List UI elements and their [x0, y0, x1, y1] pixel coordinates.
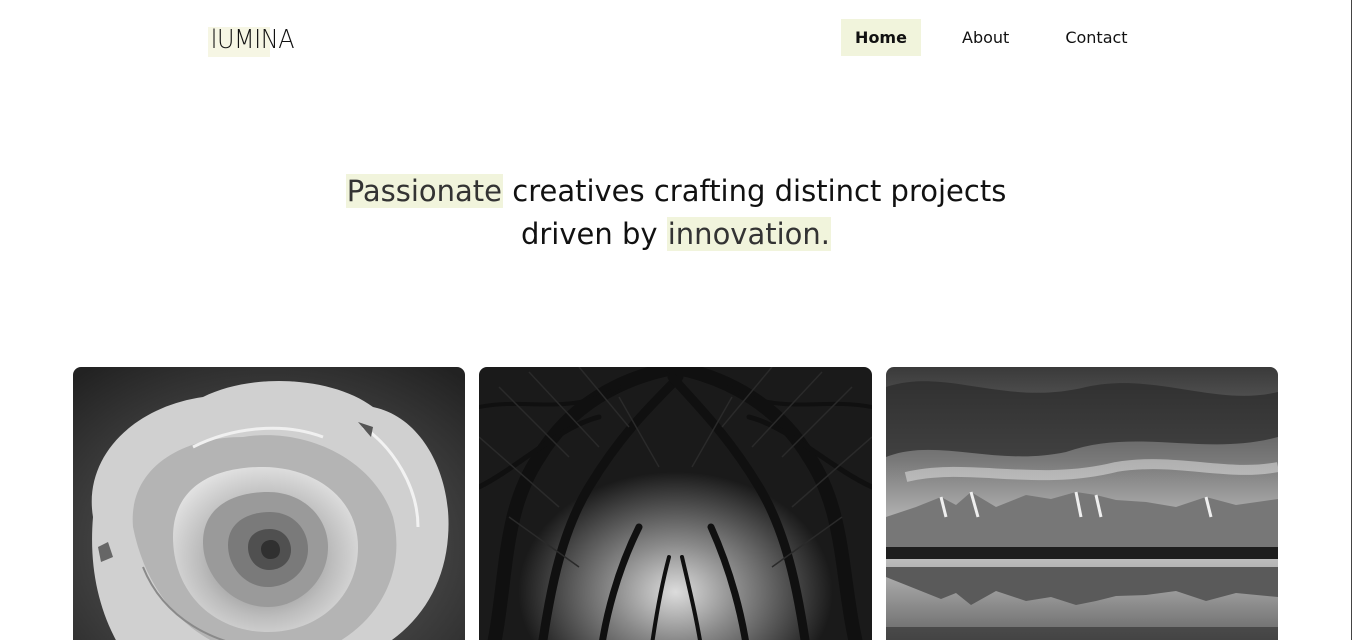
nav-home[interactable]: Home — [841, 19, 921, 56]
hero-highlight-innovation: innovation. — [666, 217, 832, 251]
mountain-lake-image — [886, 367, 1278, 640]
logo-text: lUMINA — [210, 25, 295, 55]
hero-line-2: driven by innovation. — [0, 213, 1351, 256]
logo[interactable]: lUMINA — [208, 22, 302, 58]
rose-image — [73, 367, 465, 640]
gallery-card-trees[interactable] — [479, 367, 872, 640]
hero-line-1: Passionate creatives crafting distinct p… — [0, 170, 1351, 213]
hero-heading: Passionate creatives crafting distinct p… — [0, 170, 1351, 256]
gallery — [73, 367, 1278, 640]
hero-line-1-text: creatives crafting distinct projects — [503, 174, 1007, 208]
nav-contact[interactable]: Contact — [1065, 19, 1127, 56]
gallery-card-mountains[interactable] — [886, 367, 1278, 640]
page: lUMINA Home About Contact Passionate cre… — [0, 0, 1352, 640]
main-nav: Home About Contact — [841, 19, 1128, 56]
hero-line-2-text: driven by — [520, 217, 667, 251]
tree-tunnel-image — [479, 367, 872, 640]
gallery-card-rose[interactable] — [73, 367, 465, 640]
nav-about[interactable]: About — [962, 19, 1009, 56]
hero-highlight-passionate: Passionate — [345, 174, 504, 208]
